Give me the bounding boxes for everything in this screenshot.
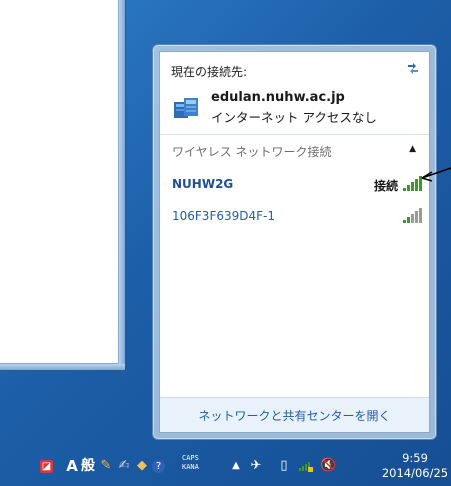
dictionary-icon[interactable]: ◆ bbox=[134, 458, 150, 474]
taskbar: ◪ A 般 ✎ ✍ ◆ ? CAPS KANA ▲ ✈ ▯ 🔇 9:59 201… bbox=[0, 446, 451, 486]
clock[interactable]: 9:59 2014/06/25 bbox=[381, 451, 449, 481]
caps-kana-indicator: CAPS KANA bbox=[182, 454, 199, 472]
kana-indicator: KANA bbox=[182, 463, 199, 471]
network-tray-icon[interactable] bbox=[298, 458, 314, 474]
wifi-ssid: 106F3F639D4F-1 bbox=[172, 209, 275, 223]
wifi-connected-status: 接続 bbox=[373, 179, 398, 193]
open-network-center-link[interactable]: ネットワークと共有センターを開く bbox=[160, 407, 429, 424]
caps-indicator: CAPS bbox=[182, 454, 199, 462]
wifi-item-106f3f639d4f[interactable]: 106F3F639D4F-1 bbox=[160, 202, 429, 230]
background-window bbox=[0, 0, 126, 371]
ime-pad-icon[interactable]: ✍ bbox=[116, 458, 132, 474]
pin-icon[interactable]: ✈ bbox=[248, 458, 264, 474]
signal-strength-icon bbox=[403, 208, 422, 223]
device-icon[interactable]: ▯ bbox=[276, 458, 292, 474]
wireless-section: ワイヤレス ネットワーク接続 ▲ NUHW2G 接続 106F3F639D4F-… bbox=[160, 134, 429, 404]
wifi-item-nuhw2g[interactable]: NUHW2G 接続 bbox=[160, 170, 429, 198]
current-connection-section: 現在の接続先: edulan.nuhw.ac.jp インターネット アクセスなし bbox=[160, 52, 429, 135]
background-window-client bbox=[0, 0, 119, 364]
annotation-arrow bbox=[421, 167, 451, 182]
wireless-section-label: ワイヤレス ネットワーク接続 bbox=[172, 145, 332, 159]
volume-muted-icon[interactable]: 🔇 bbox=[320, 458, 336, 474]
network-flyout-body: 現在の接続先: edulan.nuhw.ac.jp インターネット アクセスなし… bbox=[159, 51, 430, 433]
refresh-icon[interactable] bbox=[405, 61, 421, 75]
network-computer-icon bbox=[172, 94, 200, 122]
help-icon[interactable]: ? bbox=[152, 460, 165, 473]
ime-mode-icon[interactable]: A bbox=[64, 458, 80, 474]
wifi-ssid: NUHW2G bbox=[172, 177, 234, 191]
system-tray: ◪ A 般 ✎ ✍ ◆ ? CAPS KANA ▲ ✈ ▯ 🔇 9:59 201… bbox=[0, 446, 451, 486]
chevron-up-icon[interactable]: ▲ bbox=[409, 144, 416, 154]
clock-date: 2014/06/25 bbox=[381, 466, 449, 480]
flyout-footer: ネットワークと共有センターを開く bbox=[160, 397, 429, 432]
current-connection-label: 現在の接続先: bbox=[171, 65, 248, 79]
language-bar-icon[interactable]: ◪ bbox=[40, 460, 53, 473]
connected-network-name: edulan.nuhw.ac.jp bbox=[211, 90, 345, 105]
network-flyout: 現在の接続先: edulan.nuhw.ac.jp インターネット アクセスなし… bbox=[152, 44, 437, 440]
ime-tool-icon[interactable]: ✎ bbox=[98, 458, 114, 474]
window-frame-bottom bbox=[0, 364, 125, 370]
show-hidden-icons[interactable]: ▲ bbox=[228, 458, 244, 474]
connected-network-status: インターネット アクセスなし bbox=[211, 110, 377, 125]
window-frame-right bbox=[119, 0, 125, 370]
clock-time: 9:59 bbox=[402, 451, 428, 465]
ime-label-icon[interactable]: 般 bbox=[80, 458, 96, 474]
